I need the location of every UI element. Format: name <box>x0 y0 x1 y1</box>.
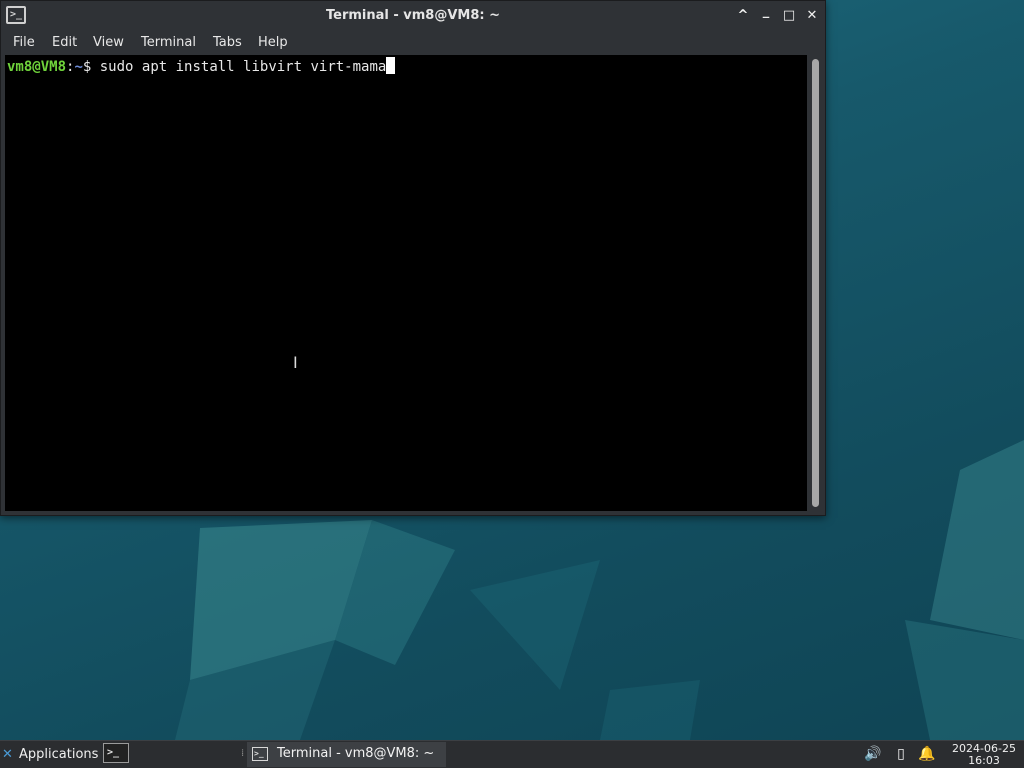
menu-terminal[interactable]: Terminal <box>141 34 196 51</box>
taskbar-terminal-task[interactable]: >_ Terminal - vm8@VM8: ~ <box>247 742 446 767</box>
text-cursor <box>386 57 396 74</box>
prompt-user: vm8@VM8 <box>7 59 67 75</box>
panel-separator: ⁞ <box>241 748 245 759</box>
close-button[interactable]: ✕ <box>803 7 821 25</box>
mouse-ibeam-icon: I <box>293 353 298 372</box>
applications-menu-button[interactable]: ✕ Applications <box>2 744 98 766</box>
volume-icon[interactable]: 🔊 <box>864 745 882 763</box>
command-line: vm8@VM8:~$ sudo apt install libvirt virt… <box>7 57 396 76</box>
task-label: Terminal - vm8@VM8: ~ <box>277 746 435 761</box>
scrollbar-thumb[interactable] <box>812 59 819 507</box>
terminal-launcher-icon[interactable]: >_ <box>103 743 129 763</box>
menu-file[interactable]: File <box>13 34 35 51</box>
shade-button[interactable]: ^ <box>734 7 752 25</box>
terminal-scrollbar[interactable] <box>808 55 824 511</box>
terminal-window[interactable]: >_ Terminal - vm8@VM8: ~ ^ _ □ ✕ File Ed… <box>0 0 826 516</box>
applications-label: Applications <box>19 747 99 762</box>
menu-help[interactable]: Help <box>258 34 288 51</box>
menu-bar: File Edit View Terminal Tabs Help <box>1 31 825 55</box>
menu-tabs[interactable]: Tabs <box>213 34 242 51</box>
terminal-output[interactable]: vm8@VM8:~$ sudo apt install libvirt virt… <box>5 55 807 511</box>
window-title: Terminal - vm8@VM8: ~ <box>325 8 501 23</box>
taskbar: ✕ Applications >_ ⁞ >_ Terminal - vm8@VM8… <box>0 740 1024 768</box>
xfce-logo-icon: ✕ <box>2 747 13 762</box>
minimize-button[interactable]: _ <box>757 3 775 21</box>
notifications-icon[interactable]: 🔔 <box>918 745 936 763</box>
clock[interactable]: 2024-06-25 16:03 <box>946 743 1022 767</box>
battery-icon[interactable]: ▯ <box>892 745 910 763</box>
window-titlebar[interactable]: >_ Terminal - vm8@VM8: ~ ^ _ □ ✕ <box>1 1 825 31</box>
clock-time: 16:03 <box>968 754 1000 767</box>
prompt-path: ~ <box>74 59 83 75</box>
maximize-button[interactable]: □ <box>780 7 798 25</box>
task-terminal-icon: >_ <box>252 747 268 761</box>
prompt-symbol: $ <box>82 59 100 75</box>
typed-command: sudo apt install libvirt virt-mama <box>99 59 387 75</box>
menu-view[interactable]: View <box>93 34 124 51</box>
menu-edit[interactable]: Edit <box>52 34 77 51</box>
